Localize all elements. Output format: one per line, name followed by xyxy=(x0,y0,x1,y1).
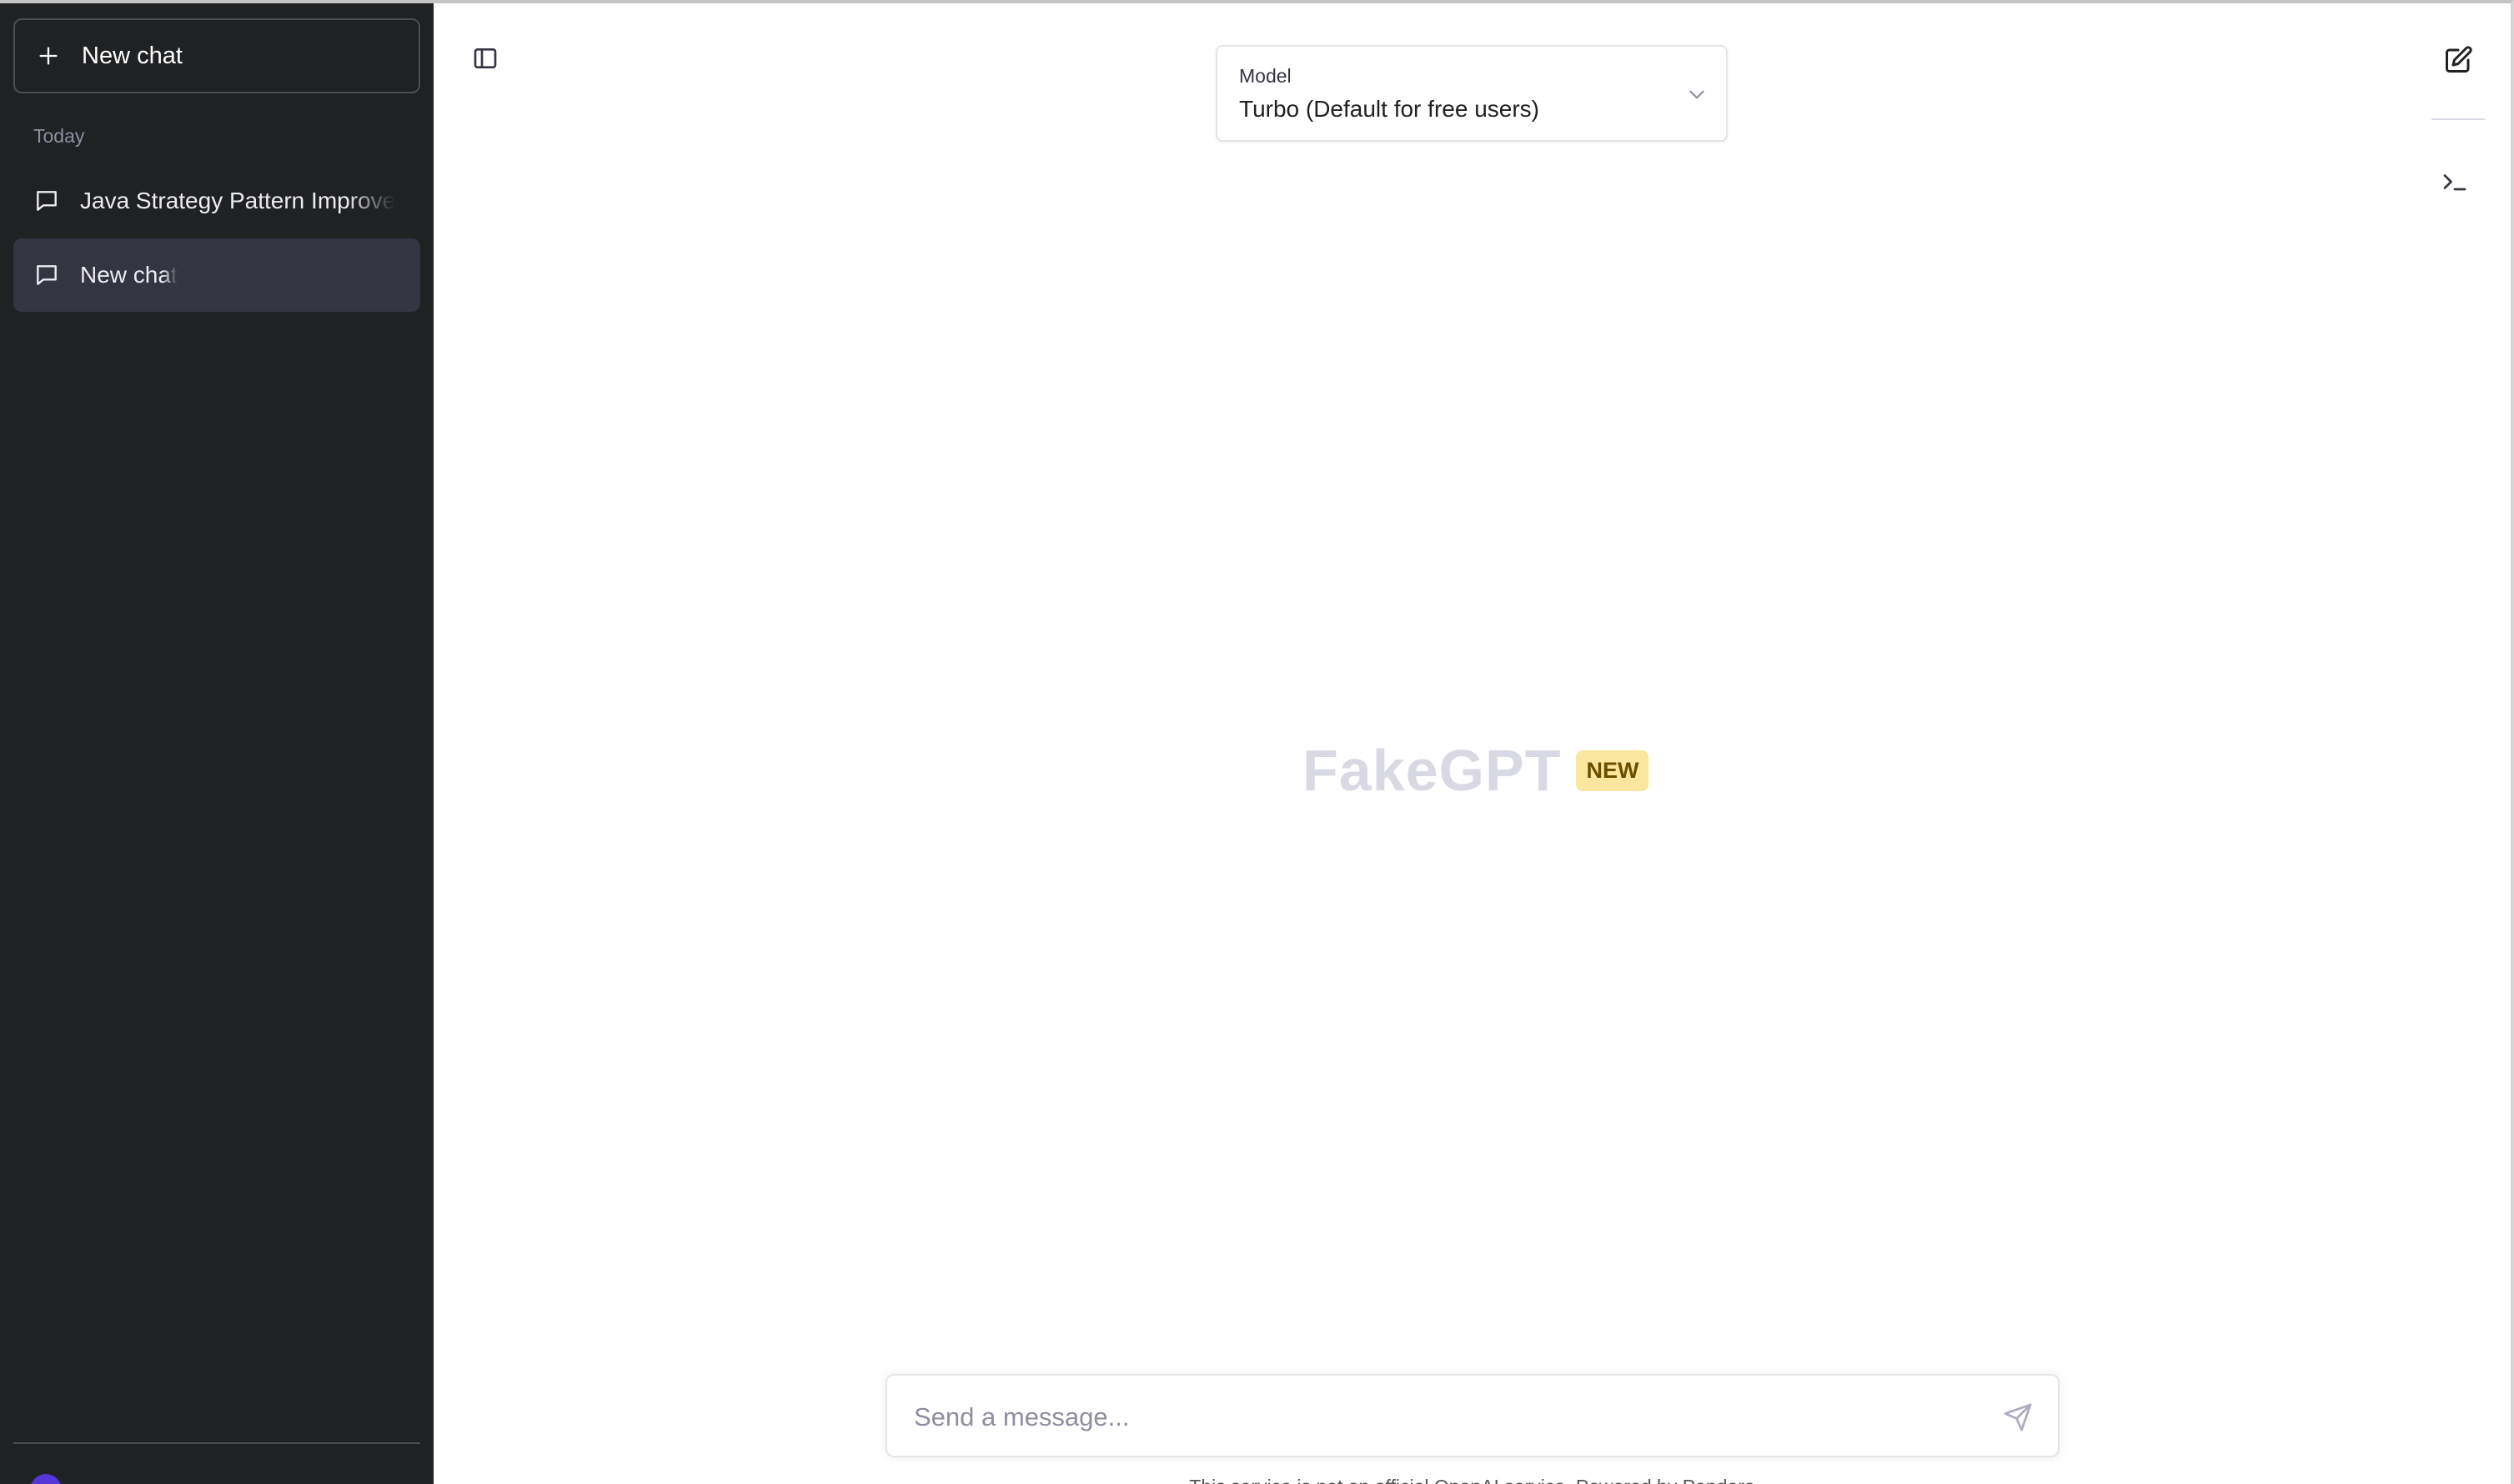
sidebar-divider xyxy=(13,1442,420,1444)
chevron-down-icon xyxy=(1689,90,1704,99)
new-chat-button[interactable]: New chat xyxy=(13,18,420,93)
brand-hero: FakeGPT NEW xyxy=(1302,737,1649,804)
right-rail-divider xyxy=(2431,118,2485,120)
section-label-today: Today xyxy=(33,125,85,147)
new-chat-label: New chat xyxy=(82,42,183,69)
avatar xyxy=(30,1474,62,1484)
new-badge: NEW xyxy=(1576,750,1649,791)
edit-icon[interactable] xyxy=(2443,45,2473,75)
conversation-title: Java Strategy Pattern Improve xyxy=(80,188,396,213)
conversation-title: New chat xyxy=(80,262,178,288)
app-window: New chat Today Java Strategy Pattern Imp… xyxy=(0,0,2514,1484)
chat-bubble-icon xyxy=(37,191,57,211)
chat-bubble-icon xyxy=(37,265,57,285)
sidebar: New chat Today Java Strategy Pattern Imp… xyxy=(0,3,434,1484)
send-icon[interactable] xyxy=(2003,1402,2033,1432)
terminal-icon[interactable] xyxy=(2440,167,2470,197)
conversation-item[interactable]: Java Strategy Pattern Improve xyxy=(13,164,420,238)
model-select[interactable]: Model Turbo (Default for free users) xyxy=(1216,45,1728,142)
message-input[interactable] xyxy=(912,1394,1963,1441)
model-select-caption: Model xyxy=(1239,65,1292,87)
brand-name: FakeGPT xyxy=(1302,738,1562,803)
user-menu[interactable] xyxy=(30,1474,80,1484)
plus-icon xyxy=(39,47,58,65)
model-select-value: Turbo (Default for free users) xyxy=(1239,96,1539,122)
main-panel: Model Turbo (Default for free users) Fak… xyxy=(434,3,2511,1484)
message-composer xyxy=(886,1374,2060,1457)
conversation-item-active[interactable]: New chat xyxy=(13,238,420,312)
sidebar-toggle-icon[interactable] xyxy=(472,45,499,72)
footer-note: This service is not an official OpenAI s… xyxy=(434,1476,2511,1484)
